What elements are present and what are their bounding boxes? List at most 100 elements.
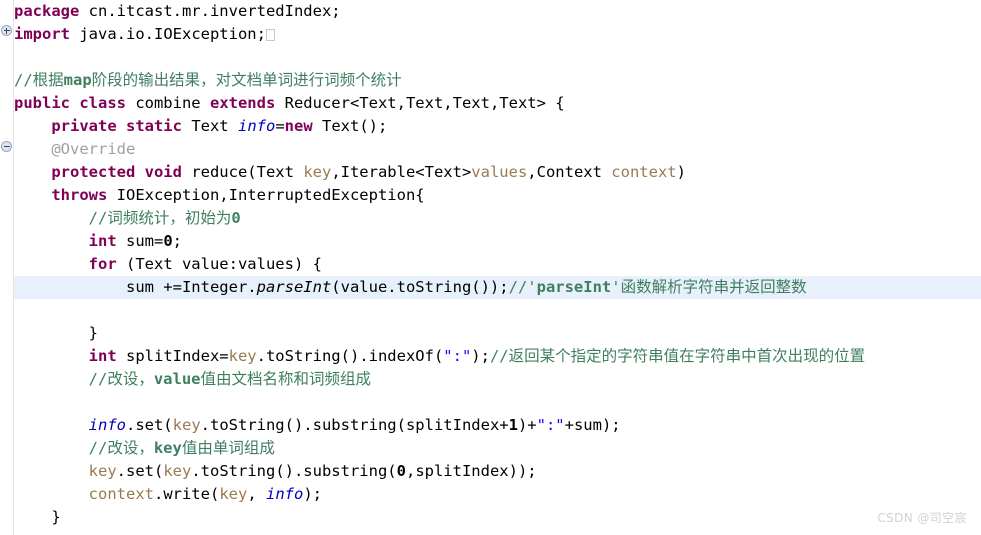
line-sum-accumulate[interactable]: sum +=Integer.parseInt(value.toString())… [0,276,981,299]
line-override-annotation[interactable]: @Override [0,138,981,161]
line-close-method[interactable]: } [0,506,981,529]
line-blank-3[interactable] [0,391,981,414]
code-token: //' [508,278,537,296]
code-token: .set( [116,462,164,480]
code-token: map [63,71,92,89]
import-collapsed-placeholder-icon [265,29,275,41]
code-token: Reducer<Text,Text,Text,Text> { [275,94,565,112]
code-token: context [88,485,154,503]
code-token: key [153,439,182,457]
code-token: 值由文档名称和词频组成 [200,370,372,388]
line-field-info[interactable]: private static Text info=new Text(); [0,115,981,138]
code-token: //改设， [88,370,154,388]
line-comment-map-stage[interactable]: //根据map阶段的输出结果，对文档单词进行词频个统计 [0,69,981,92]
code-token: , [247,485,266,503]
code-token: sum= [116,232,164,250]
code-token: '函数解析字符串并返回整数 [611,278,807,296]
code-token: info [88,416,126,434]
code-token: //返回某个指定的字符串值在字符串中首次出现的位置 [489,347,866,365]
code-token: //改设， [88,439,154,457]
code-token: context [611,163,677,181]
code-token: sum +=Integer. [14,278,257,296]
line-blank-2[interactable] [0,299,981,322]
code-token: key [163,462,192,480]
code-token: key [228,347,257,365]
code-token: .toString().indexOf( [256,347,444,365]
code-token: throws [51,186,108,204]
line-sum-init[interactable]: int sum=0; [0,230,981,253]
code-token: info [265,485,304,503]
code-token: ":" [443,347,472,365]
line-info-set[interactable]: info.set(key.toString().substring(splitI… [0,414,981,437]
line-context-write[interactable]: context.write(key, info); [0,483,981,506]
line-blank-1[interactable] [0,46,981,69]
line-class-declaration[interactable]: public class combine extends Reducer<Tex… [0,92,981,115]
code-token: Text [181,117,238,135]
code-token: = [275,117,285,135]
code-token: ); [471,347,490,365]
code-content-area[interactable]: package cn.itcast.mr.invertedIndex; impor… [0,0,981,535]
code-token: } [14,324,98,342]
code-token: ":" [536,416,565,434]
code-token: 1 [508,416,518,434]
code-token: //词频统计，初始为 [88,209,232,227]
code-token: 值由单词组成 [181,439,275,457]
code-token: java.io.IOException; [70,25,266,43]
line-close-for[interactable]: } [0,322,981,345]
code-token: .write( [153,485,220,503]
line-comment-value-composition[interactable]: //改设，value值由文档名称和词频组成 [0,368,981,391]
code-token: IOException,InterruptedException{ [107,186,425,204]
code-token: protected void [51,163,182,181]
code-token: .set( [125,416,173,434]
code-token: ); [303,485,322,503]
editor-gutter[interactable] [0,0,14,535]
code-token: .toString().substring( [191,462,397,480]
code-token: 0 [231,209,241,227]
code-token: cn.itcast.mr.invertedIndex; [79,2,341,20]
line-for-loop[interactable]: for (Text value:values) { [0,253,981,276]
code-editor[interactable]: package cn.itcast.mr.invertedIndex; impor… [0,0,981,535]
code-token: parseInt [256,278,332,296]
line-comment-word-count[interactable]: //词频统计，初始为0 [0,207,981,230]
code-token: +sum); [564,416,621,434]
code-token: package [14,2,80,20]
code-token: reduce(Text [181,163,304,181]
line-import[interactable]: import java.io.IOException; [0,23,981,46]
line-key-set[interactable]: key.set(key.toString().substring(0,split… [0,460,981,483]
code-token: .toString().substring(splitIndex+ [200,416,509,434]
line-reduce-signature[interactable]: protected void reduce(Text key,Iterable<… [0,161,981,184]
code-token: combine [125,94,210,112]
line-split-index[interactable]: int splitIndex=key.toString().indexOf(":… [0,345,981,368]
fold-collapse-icon[interactable] [1,141,12,152]
code-token: ; [172,232,183,250]
code-token: (Text value:values) { [116,255,322,273]
gutter-separator-line [13,0,14,535]
code-token: int [88,232,117,250]
code-token: key [303,163,332,181]
code-token: ) [676,163,686,181]
code-token: 0 [396,462,406,480]
fold-expand-icon[interactable] [1,25,12,36]
code-token: extends [209,94,276,112]
code-token: for [88,255,117,273]
code-token: key [172,416,201,434]
code-token: key [219,485,248,503]
line-comment-key-composition[interactable]: //改设，key值由单词组成 [0,437,981,460]
code-token: (value.toString()); [331,278,509,296]
line-package[interactable]: package cn.itcast.mr.invertedIndex; [0,0,981,23]
line-throws[interactable]: throws IOException,InterruptedException{ [0,184,981,207]
code-token: parseInt [536,278,612,296]
code-token: new [284,117,313,135]
code-token: info [237,117,276,135]
